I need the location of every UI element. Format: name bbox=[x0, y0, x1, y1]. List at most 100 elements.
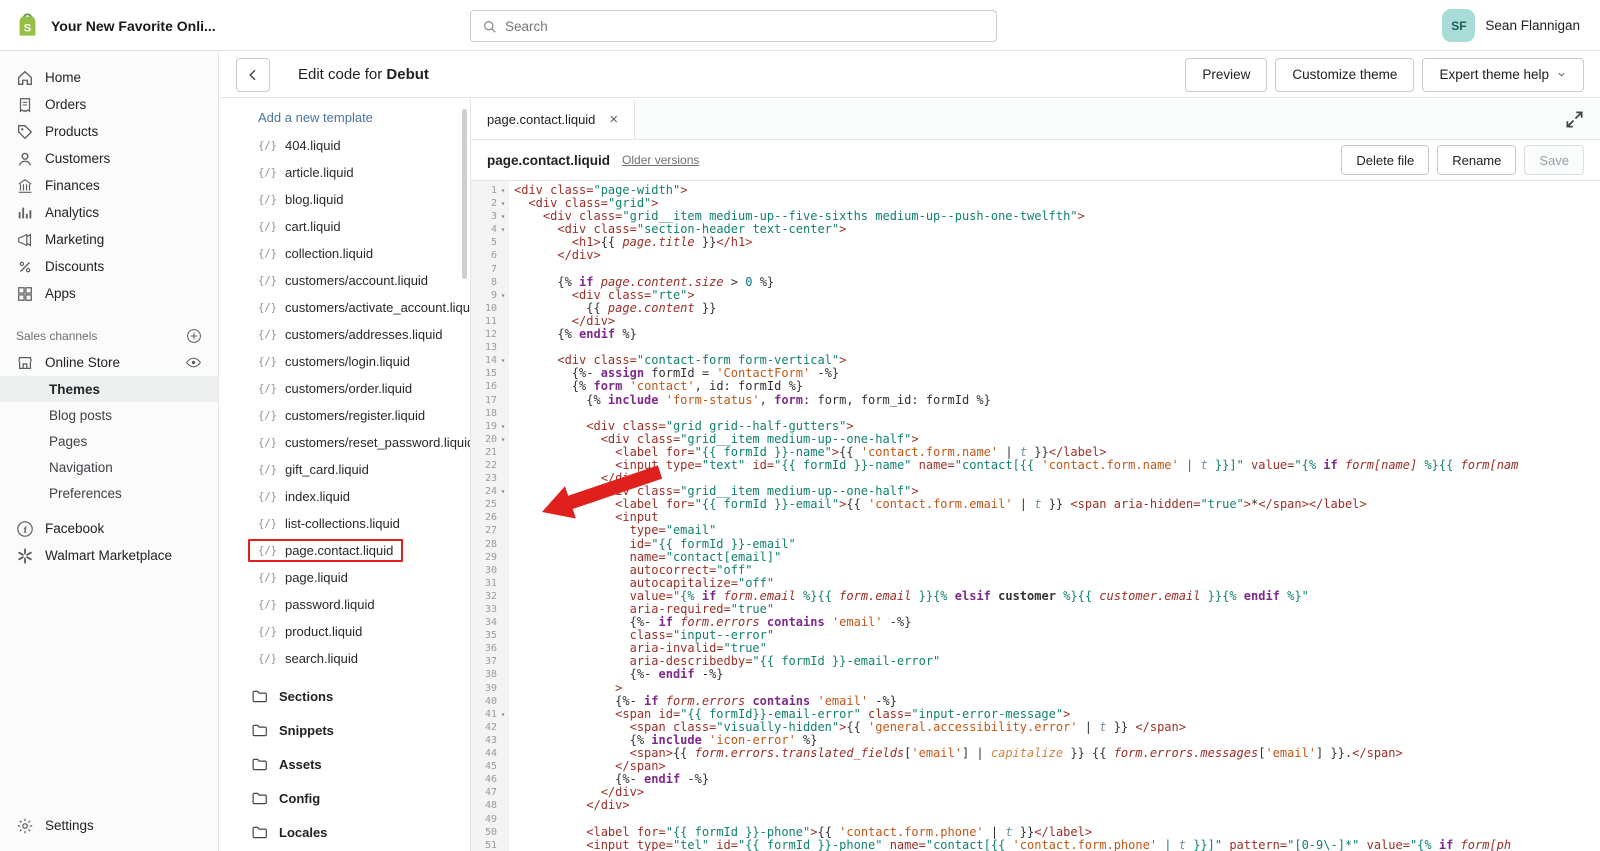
file-name: page.contact.liquid bbox=[487, 153, 610, 168]
folder-snippets[interactable]: Snippets bbox=[220, 713, 470, 747]
file-item-search-liquid[interactable]: {/}search.liquid bbox=[220, 645, 470, 672]
save-button[interactable]: Save bbox=[1524, 145, 1584, 175]
file-item-collection-liquid[interactable]: {/}collection.liquid bbox=[220, 240, 470, 267]
fold-toggle-icon[interactable]: ▾ bbox=[497, 210, 509, 223]
fold-toggle-icon[interactable]: ▾ bbox=[497, 197, 509, 210]
sidebar-item-walmart-marketplace[interactable]: Walmart Marketplace bbox=[0, 542, 218, 569]
fold-toggle-icon[interactable]: ▾ bbox=[497, 184, 509, 197]
code-editor[interactable]: 1▾2▾3▾4▾56789▾1011121314▾1516171819▾20▾2… bbox=[471, 181, 1600, 851]
sidebar-item-orders[interactable]: Orders bbox=[0, 91, 218, 118]
sidebar-item-marketing[interactable]: Marketing bbox=[0, 226, 218, 253]
file-name-label: customers/addresses.liquid bbox=[285, 327, 443, 342]
liquid-file-icon: {/} bbox=[258, 167, 277, 179]
file-item-index-liquid[interactable]: {/}index.liquid bbox=[220, 483, 470, 510]
sidebar-item-analytics[interactable]: Analytics bbox=[0, 199, 218, 226]
customize-theme-button[interactable]: Customize theme bbox=[1275, 58, 1414, 92]
editor-tabbar: page.contact.liquid × bbox=[471, 99, 1600, 140]
facebook-icon: f bbox=[16, 520, 34, 538]
global-search[interactable] bbox=[470, 10, 997, 42]
file-item-customers-addresses-liquid[interactable]: {/}customers/addresses.liquid bbox=[220, 321, 470, 348]
sidebar-item-apps[interactable]: Apps bbox=[0, 280, 218, 307]
liquid-file-icon: {/} bbox=[258, 653, 277, 665]
folder-locales[interactable]: Locales bbox=[220, 815, 470, 849]
file-item-customers-login-liquid[interactable]: {/}customers/login.liquid bbox=[220, 348, 470, 375]
add-channel-icon[interactable] bbox=[186, 328, 202, 344]
line-number: 24▾ bbox=[471, 485, 509, 498]
code-line: </div> bbox=[514, 799, 1600, 812]
sidebar-item-facebook[interactable]: fFacebook bbox=[0, 515, 218, 542]
line-number: 6 bbox=[471, 249, 509, 262]
sidebar-item-customers[interactable]: Customers bbox=[0, 145, 218, 172]
user-menu[interactable]: SF Sean Flannigan bbox=[1442, 9, 1580, 42]
file-item-customers-account-liquid[interactable]: {/}customers/account.liquid bbox=[220, 267, 470, 294]
file-item-password-liquid[interactable]: {/}password.liquid bbox=[220, 591, 470, 618]
online-store-subnav: ThemesBlog postsPagesNavigationPreferenc… bbox=[0, 376, 218, 506]
fold-toggle-icon[interactable]: ▾ bbox=[497, 433, 509, 446]
back-button[interactable] bbox=[236, 58, 270, 92]
fold-toggle-icon[interactable]: ▾ bbox=[497, 485, 509, 498]
older-versions-link[interactable]: Older versions bbox=[622, 153, 699, 167]
eye-icon[interactable] bbox=[185, 354, 202, 371]
file-item-blog-liquid[interactable]: {/}blog.liquid bbox=[220, 186, 470, 213]
sidebar-item-online-store[interactable]: Online Store bbox=[0, 349, 218, 376]
add-template-link[interactable]: Add a new template bbox=[220, 103, 470, 132]
delete-file-button[interactable]: Delete file bbox=[1341, 145, 1429, 175]
expert-theme-help-button[interactable]: Expert theme help bbox=[1422, 58, 1584, 92]
file-item-customers-order-liquid[interactable]: {/}customers/order.liquid bbox=[220, 375, 470, 402]
file-item-customers-reset-password-liquid[interactable]: {/}customers/reset_password.liquid bbox=[220, 429, 470, 456]
close-icon[interactable]: × bbox=[609, 112, 618, 127]
store-name: Your New Favorite Onli... bbox=[51, 18, 216, 34]
file-item-article-liquid[interactable]: {/} article.liquid bbox=[220, 159, 470, 186]
file-item-customers-register-liquid[interactable]: {/}customers/register.liquid bbox=[220, 402, 470, 429]
shopify-logo-icon[interactable]: S bbox=[14, 12, 41, 39]
line-number: 51 bbox=[471, 839, 509, 851]
fold-toggle-icon[interactable]: ▾ bbox=[497, 420, 509, 433]
apps-icon bbox=[16, 285, 34, 303]
tab-page-contact-liquid[interactable]: page.contact.liquid × bbox=[471, 99, 635, 139]
file-item-404-liquid[interactable]: {/}404.liquid bbox=[220, 132, 470, 159]
sidebar-item-discounts[interactable]: Discounts bbox=[0, 253, 218, 280]
channel-list: fFacebook Walmart Marketplace bbox=[0, 515, 218, 569]
file-item-list-collections-liquid[interactable]: {/}list-collections.liquid bbox=[220, 510, 470, 537]
line-number: 32 bbox=[471, 590, 509, 603]
folder-assets[interactable]: Assets bbox=[220, 747, 470, 781]
liquid-file-icon: {/} bbox=[258, 518, 277, 530]
sidebar-item-pages[interactable]: Pages bbox=[0, 428, 218, 454]
code-line: {% include 'form-status', form: form, fo… bbox=[514, 394, 1600, 407]
expand-icon[interactable] bbox=[1565, 110, 1584, 129]
sidebar-item-settings[interactable]: Settings bbox=[0, 812, 218, 839]
sidebar-item-themes[interactable]: Themes bbox=[0, 376, 218, 402]
line-number: 26 bbox=[471, 511, 509, 524]
line-number: 33 bbox=[471, 603, 509, 616]
line-number: 27 bbox=[471, 524, 509, 537]
folder-icon bbox=[251, 756, 268, 773]
search-input[interactable] bbox=[505, 19, 985, 34]
liquid-file-icon: {/} bbox=[258, 383, 277, 395]
file-item-product-liquid[interactable]: {/}product.liquid bbox=[220, 618, 470, 645]
file-item-customers-activate-account-liquid[interactable]: {/}customers/activate_account.liquid bbox=[220, 294, 470, 321]
fold-toggle-icon[interactable]: ▾ bbox=[497, 289, 509, 302]
fold-toggle-icon[interactable]: ▾ bbox=[497, 708, 509, 721]
rename-button[interactable]: Rename bbox=[1437, 145, 1516, 175]
sidebar-item-home[interactable]: Home bbox=[0, 64, 218, 91]
sidebar-item-label: Walmart Marketplace bbox=[45, 548, 172, 563]
file-item-cart-liquid[interactable]: {/}cart.liquid bbox=[220, 213, 470, 240]
sidebar-item-navigation[interactable]: Navigation bbox=[0, 454, 218, 480]
sidebar-item-finances[interactable]: Finances bbox=[0, 172, 218, 199]
sidebar-item-blog-posts[interactable]: Blog posts bbox=[0, 402, 218, 428]
file-name-label: article.liquid bbox=[285, 165, 354, 180]
folder-icon bbox=[251, 688, 268, 705]
fold-toggle-icon[interactable]: ▾ bbox=[497, 354, 509, 367]
folder-config[interactable]: Config bbox=[220, 781, 470, 815]
sidebar-item-products[interactable]: Products bbox=[0, 118, 218, 145]
code-content: <div class="page-width"> <div class="gri… bbox=[509, 181, 1600, 851]
sidebar-item-preferences[interactable]: Preferences bbox=[0, 480, 218, 506]
preview-button[interactable]: Preview bbox=[1185, 58, 1267, 92]
scrollbar-thumb[interactable] bbox=[462, 109, 467, 279]
file-item-gift-card-liquid[interactable]: {/}gift_card.liquid bbox=[220, 456, 470, 483]
file-item-page-liquid[interactable]: {/}page.liquid bbox=[220, 564, 470, 591]
liquid-file-icon: {/} bbox=[258, 221, 277, 233]
folder-sections[interactable]: Sections bbox=[220, 679, 470, 713]
fold-toggle-icon[interactable]: ▾ bbox=[497, 223, 509, 236]
file-item-page-contact-liquid[interactable]: {/}page.contact.liquid bbox=[220, 537, 470, 564]
